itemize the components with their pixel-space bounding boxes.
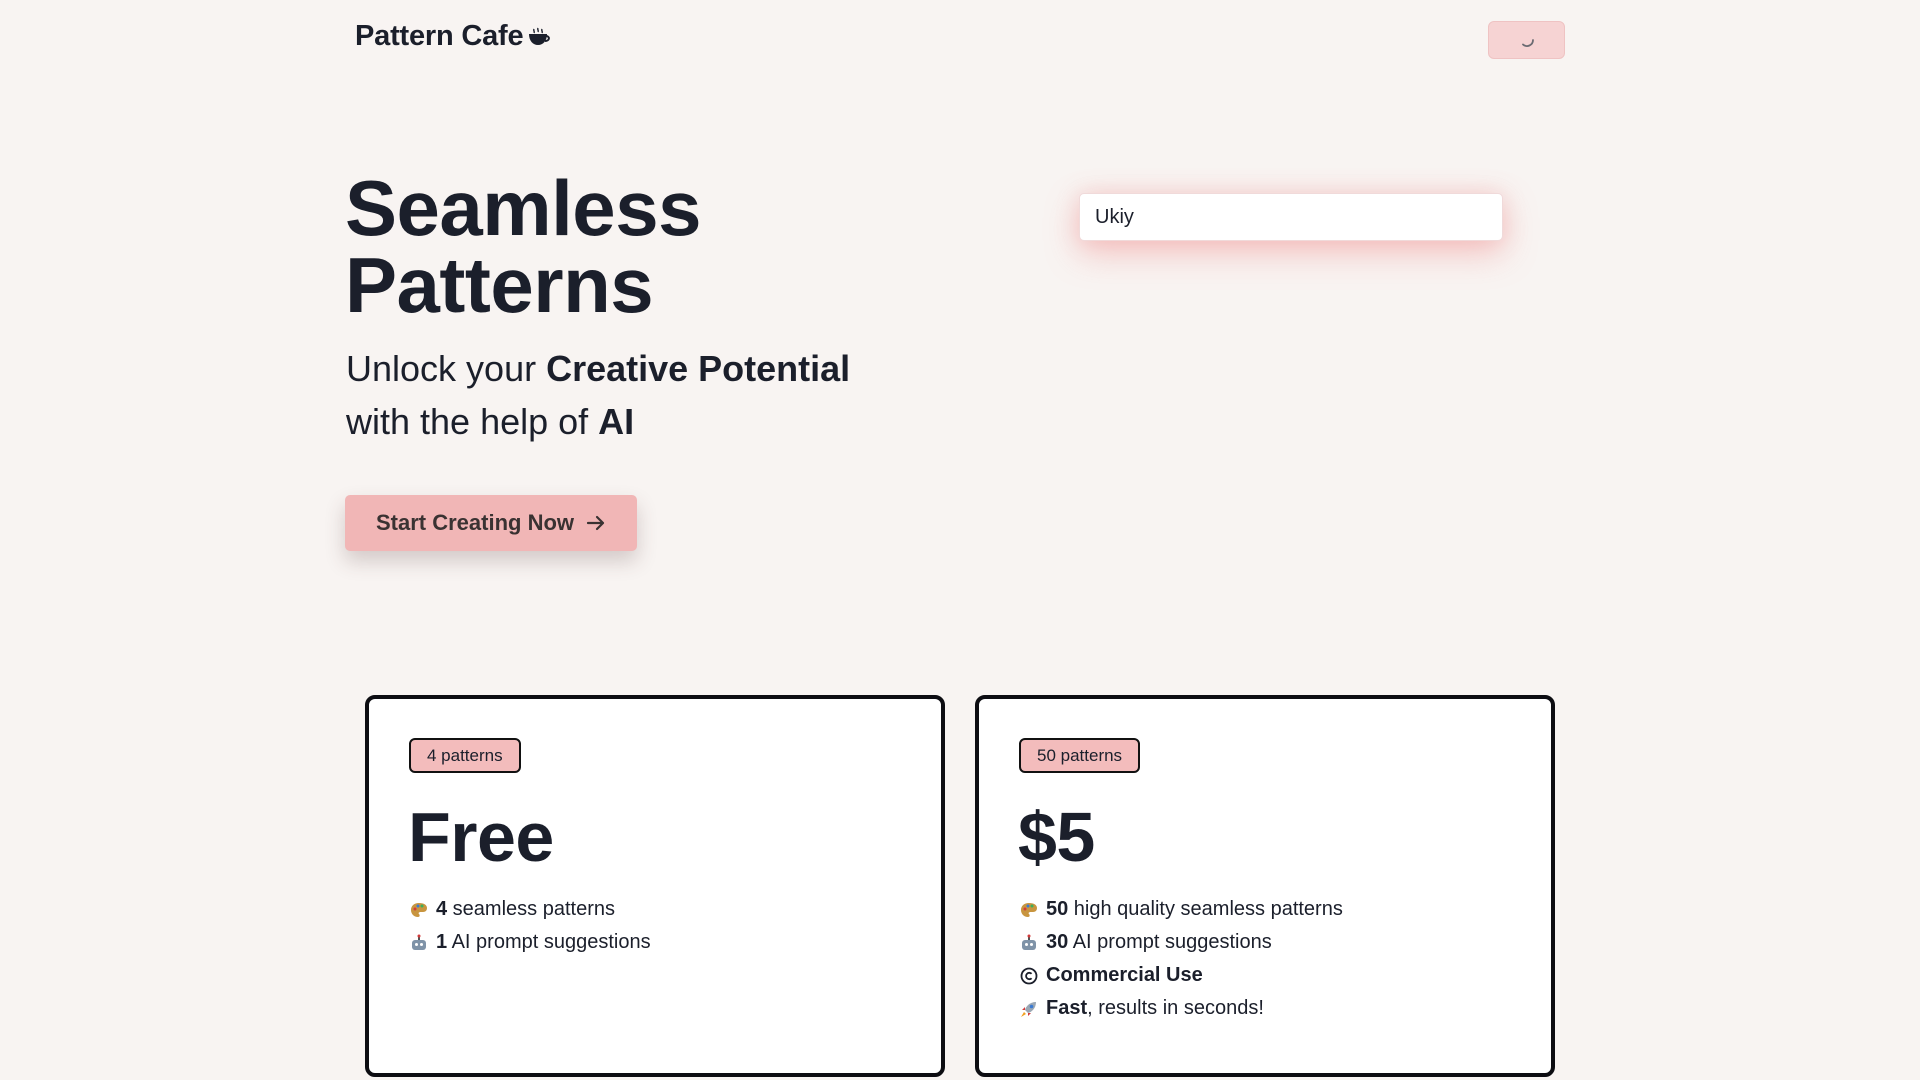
subtitle-text-1: Unlock your bbox=[346, 348, 547, 389]
feature-text: AI prompt suggestions bbox=[447, 931, 651, 953]
subtitle-bold-2: AI bbox=[598, 401, 635, 442]
copyright-icon bbox=[1020, 967, 1038, 984]
feature-count: 30 bbox=[1046, 931, 1069, 953]
feature-list: 50 high quality seamless patterns 30 AI … bbox=[1019, 893, 1343, 1025]
feature-text: , results in seconds! bbox=[1087, 997, 1264, 1019]
feature-list: 4 seamless patterns 1 AI prompt suggesti… bbox=[409, 893, 651, 959]
feature-count: 50 bbox=[1046, 898, 1069, 920]
start-creating-label: Start Creating Now bbox=[375, 510, 575, 535]
prompt-input-value: Ukiy bbox=[1095, 205, 1134, 228]
coffee-cup-icon bbox=[529, 27, 551, 45]
feature-item: Fast, results in seconds! bbox=[1019, 992, 1343, 1025]
subtitle-bold-1: Creative Potential bbox=[546, 348, 851, 389]
feature-item: 1 AI prompt suggestions bbox=[409, 926, 651, 959]
robot-icon bbox=[1022, 934, 1036, 950]
hero-title: Seamless Patterns bbox=[345, 164, 701, 329]
plan-price: Free bbox=[408, 798, 554, 876]
prompt-input[interactable]: Ukiy bbox=[1079, 193, 1503, 241]
logo-text[interactable]: Pattern Cafe bbox=[355, 20, 524, 53]
header-action-button[interactable] bbox=[1488, 21, 1565, 59]
feature-text: seamless patterns bbox=[447, 898, 615, 920]
feature-label: Fast bbox=[1046, 997, 1088, 1019]
palette-icon bbox=[411, 902, 427, 917]
feature-item: Commercial Use bbox=[1019, 959, 1343, 992]
feature-item: 30 AI prompt suggestions bbox=[1019, 926, 1343, 959]
plan-price: $5 bbox=[1018, 798, 1095, 876]
feature-count: 4 bbox=[436, 898, 448, 920]
feature-item: 4 seamless patterns bbox=[409, 893, 651, 926]
feature-label: Commercial Use bbox=[1046, 964, 1203, 986]
hero-title-line2: Patterns bbox=[345, 241, 654, 329]
site-header: Pattern Cafe bbox=[355, 20, 551, 53]
arrow-right-icon bbox=[586, 515, 605, 531]
pricing-card-paid[interactable]: 50 patterns $5 50 high quality seamless … bbox=[975, 695, 1555, 1077]
feature-count: 1 bbox=[436, 931, 448, 953]
palette-icon bbox=[1021, 902, 1037, 917]
subtitle-text-2: with the help of bbox=[346, 401, 599, 442]
robot-icon bbox=[412, 934, 426, 950]
hero-subtitle: Unlock your Creative Potential with the … bbox=[346, 342, 850, 448]
start-creating-button[interactable]: Start Creating Now bbox=[345, 495, 637, 551]
loading-spinner-icon bbox=[1521, 39, 1534, 47]
pattern-count-badge: 4 patterns bbox=[409, 738, 521, 773]
feature-item: 50 high quality seamless patterns bbox=[1019, 893, 1343, 926]
pricing-card-free[interactable]: 4 patterns Free 4 seamless patterns 1 AI… bbox=[365, 695, 945, 1077]
feature-text: AI prompt suggestions bbox=[1068, 931, 1272, 953]
rocket-icon bbox=[1021, 1001, 1036, 1017]
hero-title-line1: Seamless bbox=[345, 164, 701, 252]
pattern-count-badge: 50 patterns bbox=[1019, 738, 1141, 773]
feature-text: high quality seamless patterns bbox=[1068, 898, 1343, 920]
page: Pattern Cafe Seamless Patterns Unlock yo… bbox=[0, 0, 1920, 1080]
